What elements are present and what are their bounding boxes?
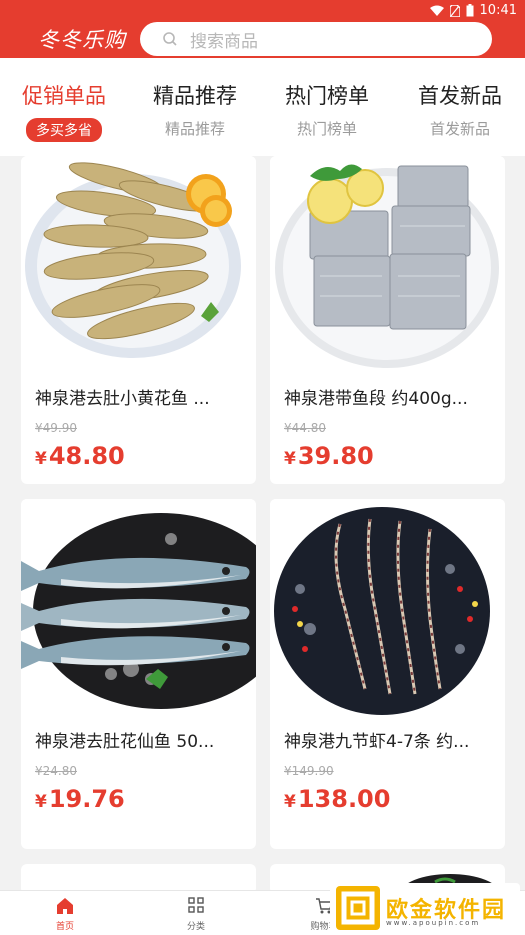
product-name: 神泉港去肚花仙鱼 50...	[35, 732, 215, 752]
search-box[interactable]: 搜索商品	[140, 22, 492, 56]
status-time: 10:41	[479, 3, 517, 18]
original-price: ¥44.80	[284, 421, 326, 435]
tab-label: 首发新品	[418, 84, 502, 108]
product-card[interactable]: 神泉港去肚花仙鱼 50... ¥24.80 ¥19.76	[21, 499, 256, 849]
search-placeholder: 搜索商品	[190, 31, 258, 52]
status-icons: 10:41	[429, 3, 517, 18]
app-title: 冬冬乐购	[38, 28, 126, 52]
status-bar: 10:41	[0, 0, 525, 22]
category-tabs: 促销单品 多买多省 精品推荐 精品推荐 热门榜单 热门榜单 首发新品 首发新品	[0, 58, 525, 156]
search-icon	[163, 32, 177, 46]
tab-promotions[interactable]: 促销单品 多买多省	[22, 80, 106, 142]
price-value: 39.80	[297, 442, 374, 470]
price-value: 48.80	[48, 442, 125, 470]
mackerel-photo	[21, 499, 256, 717]
yellow-croaker-photo	[25, 162, 241, 358]
nav-label: 首页	[55, 922, 74, 932]
watermark: 欧金软件园 www.apoupin.com	[330, 883, 520, 933]
grid-icon	[188, 897, 204, 913]
watermark-logo	[336, 886, 380, 930]
original-price: ¥49.90	[35, 421, 77, 435]
nav-home[interactable]: 首页	[35, 897, 95, 932]
product-image[interactable]	[21, 499, 256, 717]
tab-subtitle-badge: 多买多省	[26, 118, 102, 142]
nav-label: 分类	[186, 922, 205, 932]
tab-featured[interactable]: 精品推荐 精品推荐	[153, 80, 237, 139]
currency-symbol: ¥	[35, 449, 47, 469]
product-card[interactable]: 神泉港带鱼段 约400g... ¥44.80 ¥39.80	[270, 156, 505, 484]
sale-price: ¥138.00	[284, 785, 390, 813]
original-price: ¥149.90	[284, 764, 334, 778]
product-name: 神泉港带鱼段 约400g...	[284, 389, 468, 409]
sale-price: ¥19.76	[35, 785, 125, 813]
price-value: 19.76	[48, 785, 125, 813]
product-card[interactable]	[21, 864, 256, 890]
prawn-photo	[270, 499, 505, 717]
home-icon	[57, 898, 73, 914]
wifi-icon	[429, 5, 444, 16]
tab-label: 热门榜单	[285, 84, 369, 108]
hairtail-photo	[275, 164, 499, 368]
tab-subtitle: 精品推荐	[164, 120, 225, 138]
tab-subtitle: 首发新品	[429, 120, 490, 138]
product-grid: 神泉港去肚小黄花鱼 ... ¥49.90 ¥48.80 神泉港带鱼段 约400g…	[0, 156, 525, 890]
product-card[interactable]: 神泉港去肚小黄花鱼 ... ¥49.90 ¥48.80	[21, 156, 256, 484]
tab-label: 精品推荐	[153, 84, 237, 108]
tab-subtitle: 热门榜单	[296, 120, 357, 138]
currency-symbol: ¥	[284, 792, 296, 812]
product-card[interactable]: 神泉港九节虾4-7条 约... ¥149.90 ¥138.00	[270, 499, 505, 849]
battery-icon	[466, 4, 474, 17]
price-value: 138.00	[297, 785, 391, 813]
tab-new-arrivals[interactable]: 首发新品 首发新品	[418, 80, 502, 139]
original-price: ¥24.80	[35, 764, 77, 778]
watermark-url: www.apoupin.com	[386, 919, 481, 927]
product-name: 神泉港去肚小黄花鱼 ...	[35, 389, 210, 409]
app-header: 冬冬乐购 搜索商品	[0, 22, 525, 58]
product-image[interactable]	[21, 156, 256, 374]
sale-price: ¥48.80	[35, 442, 125, 470]
product-name: 神泉港九节虾4-7条 约...	[284, 732, 470, 752]
nav-category[interactable]: 分类	[166, 897, 226, 932]
tab-hot-list[interactable]: 热门榜单 热门榜单	[285, 80, 369, 139]
product-image[interactable]	[270, 156, 505, 374]
product-image[interactable]	[270, 499, 505, 717]
sale-price: ¥39.80	[284, 442, 374, 470]
currency-symbol: ¥	[35, 792, 47, 812]
currency-symbol: ¥	[284, 449, 296, 469]
sim-icon	[449, 4, 460, 17]
tab-label: 促销单品	[22, 84, 106, 108]
